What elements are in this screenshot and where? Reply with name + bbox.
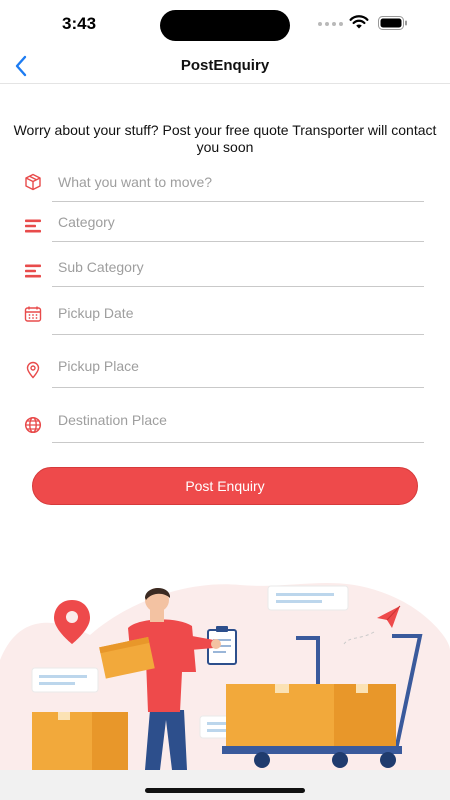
sub-category-select[interactable] — [52, 247, 424, 287]
message-card-icon — [31, 667, 99, 693]
cardboard-box — [32, 712, 128, 770]
moving-delivery-illustration — [0, 583, 450, 770]
cellular-signal-icon — [318, 22, 343, 26]
status-time: 3:43 — [62, 14, 97, 33]
wifi-icon — [349, 15, 369, 29]
battery-icon — [378, 16, 407, 30]
message-card-icon — [267, 585, 349, 611]
calendar-icon — [22, 303, 44, 325]
menu-lines-icon — [22, 260, 44, 282]
dynamic-island — [160, 10, 290, 41]
cardboard-box — [226, 684, 396, 746]
move-item-field-row — [22, 162, 424, 202]
page-title: PostEnquiry — [180, 57, 270, 74]
intro-text: Worry about your stuff? Post your free q… — [13, 122, 437, 155]
destination-place-field-row — [22, 398, 424, 443]
category-field-row — [22, 202, 424, 242]
status-bar: 3:43 — [0, 0, 450, 48]
home-indicator[interactable] — [145, 788, 305, 793]
pickup-date-input[interactable] — [52, 292, 424, 335]
menu-lines-icon — [22, 215, 44, 237]
destination-place-input[interactable] — [52, 398, 424, 443]
category-select[interactable] — [52, 202, 424, 242]
sub-category-field-row — [22, 247, 424, 287]
pickup-place-field-row — [22, 344, 424, 388]
home-indicator-area — [0, 770, 450, 800]
navigation-bar: PostEnquiry — [0, 48, 450, 84]
move-item-input[interactable] — [52, 162, 424, 202]
pickup-date-field-row — [22, 292, 424, 335]
post-enquiry-button[interactable]: Post Enquiry — [32, 467, 418, 505]
pickup-place-input[interactable] — [52, 344, 424, 388]
globe-icon — [22, 414, 44, 436]
location-pin-icon — [22, 359, 44, 381]
box-icon — [22, 171, 44, 193]
